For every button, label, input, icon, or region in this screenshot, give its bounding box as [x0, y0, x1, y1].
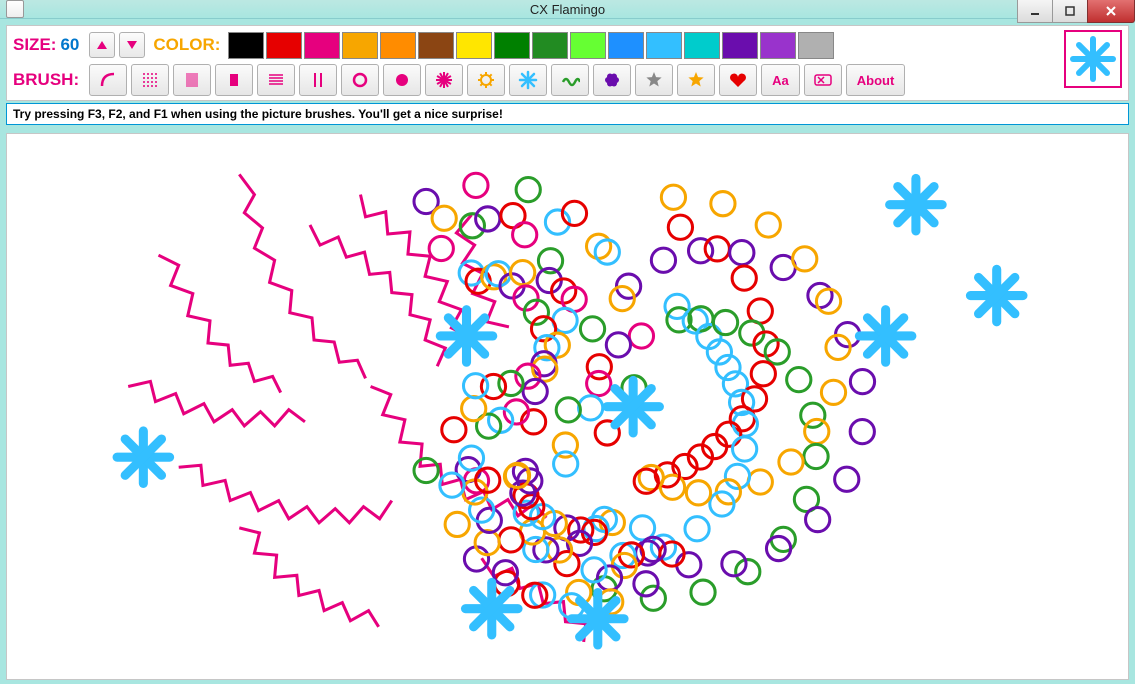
window-buttons [1018, 0, 1135, 23]
erase-button[interactable] [804, 64, 842, 96]
star-gold-icon [686, 70, 706, 90]
color-swatch-14[interactable] [760, 32, 796, 59]
about-label: About [857, 73, 895, 88]
minimize-button[interactable] [1017, 0, 1053, 23]
dots-icon [140, 70, 160, 90]
color-swatch-13[interactable] [722, 32, 758, 59]
color-swatch-6[interactable] [456, 32, 492, 59]
canvas-artwork [7, 134, 1128, 679]
squiggle-icon [560, 70, 580, 90]
app-window: CX Flamingo SIZE: 60 [0, 0, 1135, 684]
color-swatch-2[interactable] [304, 32, 340, 59]
color-swatch-12[interactable] [684, 32, 720, 59]
brush-preview [1064, 30, 1122, 88]
brush-snowflake[interactable] [509, 64, 547, 96]
size-label: SIZE: [13, 35, 56, 55]
size-down-button[interactable] [119, 32, 145, 58]
text-tool-label: Aa [772, 73, 789, 88]
hlines-icon [266, 70, 286, 90]
color-swatch-0[interactable] [228, 32, 264, 59]
color-swatch-3[interactable] [342, 32, 378, 59]
gear-icon [476, 70, 496, 90]
color-swatch-1[interactable] [266, 32, 302, 59]
brush-squiggle[interactable] [551, 64, 589, 96]
snowflake-icon [518, 70, 538, 90]
brush-dots[interactable] [131, 64, 169, 96]
brush-vbar-dense[interactable] [173, 64, 211, 96]
maximize-button[interactable] [1052, 0, 1088, 23]
brush-flower[interactable] [593, 64, 631, 96]
brush-label: BRUSH: [13, 70, 79, 90]
color-swatch-7[interactable] [494, 32, 530, 59]
color-swatch-5[interactable] [418, 32, 454, 59]
disc-icon [392, 70, 412, 90]
ring-icon [350, 70, 370, 90]
drawing-canvas[interactable] [6, 133, 1129, 680]
hint-bar: Try pressing F3, F2, and F1 when using t… [6, 103, 1129, 125]
vlines-icon [308, 70, 328, 90]
text-tool-button[interactable]: Aa [761, 64, 800, 96]
brush-curve[interactable] [89, 64, 127, 96]
brush-star-grey[interactable] [635, 64, 673, 96]
triangle-down-icon [126, 40, 138, 50]
brush-star-gold[interactable] [677, 64, 715, 96]
color-swatch-4[interactable] [380, 32, 416, 59]
heart-icon [728, 70, 748, 90]
app-icon [6, 0, 24, 18]
flower-icon [602, 70, 622, 90]
vbar-dense-icon [182, 70, 202, 90]
color-swatch-9[interactable] [570, 32, 606, 59]
titlebar[interactable]: CX Flamingo [0, 0, 1135, 19]
color-swatch-15[interactable] [798, 32, 834, 59]
brush-hlines[interactable] [257, 64, 295, 96]
brush-rect[interactable] [215, 64, 253, 96]
brush-burst[interactable] [425, 64, 463, 96]
row-brush: BRUSH: Aa About [13, 64, 1054, 96]
size-value: 60 [60, 35, 79, 55]
brush-heart[interactable] [719, 64, 757, 96]
triangle-up-icon [96, 40, 108, 50]
erase-icon [813, 72, 833, 88]
brush-disc[interactable] [383, 64, 421, 96]
minimize-icon [1029, 5, 1041, 17]
brush-gear[interactable] [467, 64, 505, 96]
row-size-color: SIZE: 60 COLOR: [13, 30, 1054, 60]
about-button[interactable]: About [846, 64, 906, 96]
color-swatch-10[interactable] [608, 32, 644, 59]
window-title: CX Flamingo [0, 2, 1135, 17]
brush-buttons [89, 64, 757, 96]
hint-text: Try pressing F3, F2, and F1 when using t… [13, 107, 503, 121]
close-button[interactable] [1087, 0, 1135, 23]
brush-ring[interactable] [341, 64, 379, 96]
star-grey-icon [644, 70, 664, 90]
brush-vlines[interactable] [299, 64, 337, 96]
close-icon [1104, 5, 1118, 17]
color-swatch-11[interactable] [646, 32, 682, 59]
curve-icon [98, 70, 118, 90]
color-label: COLOR: [153, 35, 220, 55]
rect-icon [224, 70, 244, 90]
size-up-button[interactable] [89, 32, 115, 58]
color-swatches [228, 32, 834, 59]
color-swatch-8[interactable] [532, 32, 568, 59]
toolbar: SIZE: 60 COLOR: BRUSH: Aa [6, 25, 1129, 101]
maximize-icon [1064, 5, 1076, 17]
burst-icon [434, 70, 454, 90]
snowflake-icon [1069, 35, 1117, 83]
